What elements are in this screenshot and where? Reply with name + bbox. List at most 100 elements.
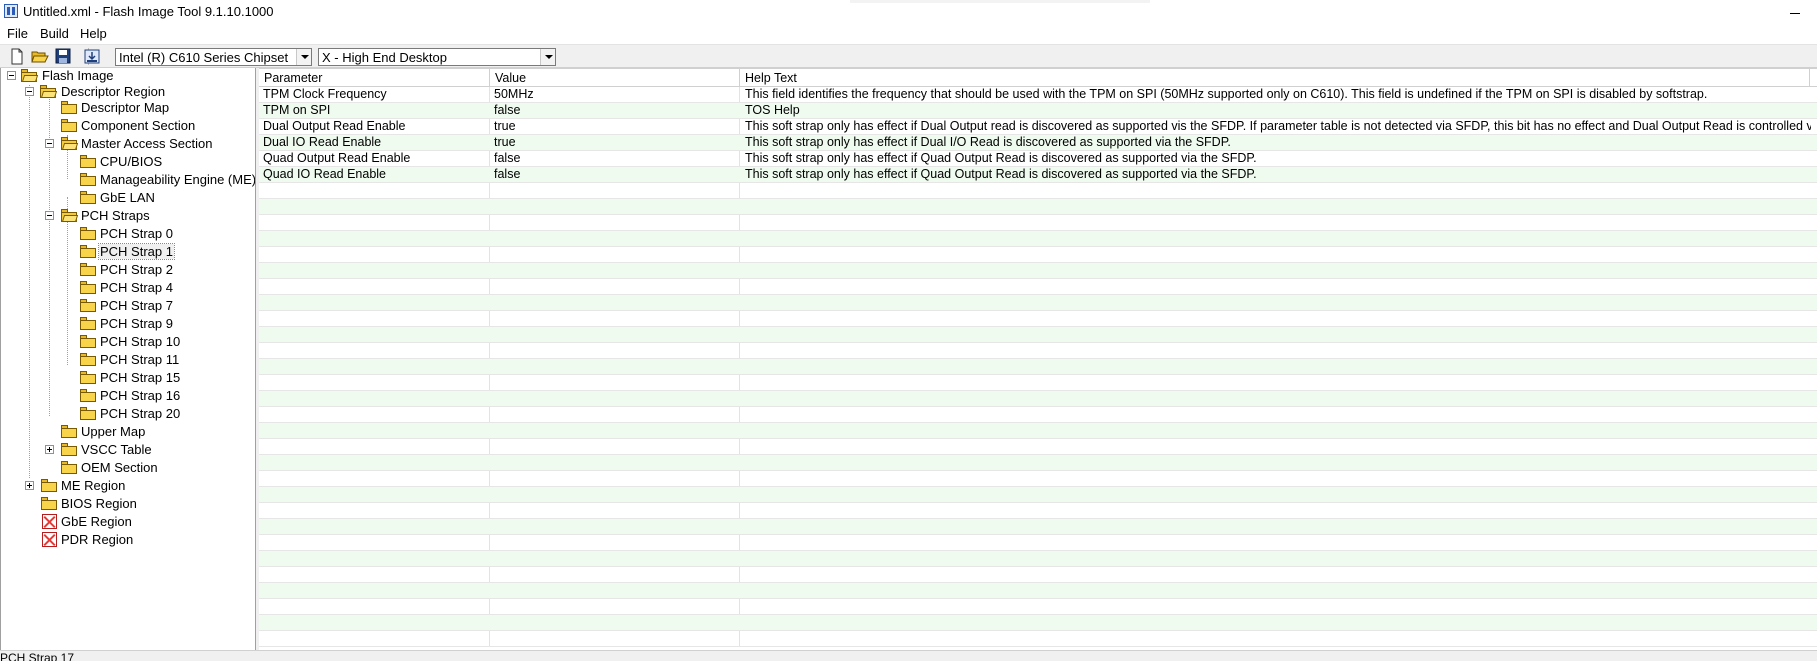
tree-node-pch-strap[interactable]: PCH Strap 20 [80, 405, 250, 423]
save-button[interactable] [54, 48, 72, 65]
tree-node-pch-strap[interactable]: PCH Strap 0 [80, 225, 250, 243]
help-text-cell: This soft strap only has effect if Dual … [745, 135, 1231, 149]
table-row[interactable]: TPM on SPI false TOS Help [259, 103, 1817, 119]
menu-file[interactable]: File [7, 26, 28, 41]
parameter-grid[interactable]: Parameter Value Help Text TPM Clock Freq… [259, 68, 1817, 650]
table-row[interactable]: Dual Output Read Enable true This soft s… [259, 119, 1817, 135]
tree-node-pch-strap[interactable]: PCH Strap 16 [80, 387, 250, 405]
tree-node-label: PCH Strap 15 [100, 370, 181, 385]
table-row[interactable]: Dual IO Read Enable true This soft strap… [259, 135, 1817, 151]
tree-node-master-access-section[interactable]: Master Access Section [45, 135, 255, 153]
tree-node-pch-strap[interactable]: PCH Strap 2 [80, 261, 250, 279]
tree-node-label: PCH Strap 4 [100, 280, 173, 295]
tree-node-gbe-region[interactable]: GbE Region [41, 513, 251, 531]
value-cell[interactable]: true [494, 135, 736, 150]
tree-node-component-section[interactable]: Component Section [61, 117, 251, 135]
value-cell[interactable]: false [494, 151, 736, 166]
expand-icon[interactable] [45, 445, 54, 454]
collapse-icon[interactable] [45, 139, 54, 148]
collapse-icon[interactable] [25, 87, 34, 96]
chipset-select-value: Intel (R) C610 Series Chipset [119, 50, 289, 65]
menu-build[interactable]: Build [40, 26, 69, 41]
tree-node-label: Component Section [81, 118, 196, 133]
chevron-down-icon[interactable] [296, 49, 311, 65]
minimize-button[interactable] [1779, 3, 1809, 21]
column-header-parameter[interactable]: Parameter [259, 69, 490, 86]
tree-node-gbe-lan[interactable]: GbE LAN [80, 189, 250, 207]
tree-view[interactable]: Flash Image Descriptor Region Descriptor… [0, 68, 256, 650]
folder-icon [80, 245, 96, 258]
empty-row [259, 215, 1817, 231]
build-image-button[interactable] [83, 48, 101, 65]
tree-node-pch-strap[interactable]: PCH Strap 15 [80, 369, 250, 387]
empty-row [259, 295, 1817, 311]
tree-node-upper-map[interactable]: Upper Map [61, 423, 251, 441]
expand-icon[interactable] [25, 481, 34, 490]
tree-node-label: Manageability Engine (ME) [100, 172, 256, 187]
empty-row [259, 423, 1817, 439]
tree-node-label: Upper Map [81, 424, 146, 439]
table-row[interactable]: Quad Output Read Enable false This soft … [259, 151, 1817, 167]
tree-node-label: ME Region [61, 478, 126, 493]
tree-node-me-region[interactable]: ME Region [25, 477, 245, 495]
empty-row [259, 567, 1817, 583]
value-cell[interactable]: false [494, 167, 736, 182]
menu-help[interactable]: Help [80, 26, 107, 41]
collapse-icon[interactable] [7, 71, 16, 80]
empty-row [259, 231, 1817, 247]
table-row[interactable]: TPM Clock Frequency 50MHz This field ide… [259, 87, 1817, 103]
help-text-cell: This field identifies the frequency that… [745, 87, 1708, 101]
grid-header: Parameter Value Help Text [259, 68, 1817, 87]
value-cell[interactable]: true [494, 119, 736, 134]
tree-node-pch-strap[interactable]: PCH Strap 9 [80, 315, 250, 333]
empty-row [259, 327, 1817, 343]
tree-node-label: GbE Region [61, 514, 132, 529]
tree-node-bios-region[interactable]: BIOS Region [41, 495, 251, 513]
folder-icon [80, 299, 96, 312]
new-file-button[interactable] [8, 48, 26, 65]
tree-node-label: VSCC Table [81, 442, 152, 457]
value-cell[interactable]: false [494, 103, 736, 118]
tree-node-label: Descriptor Region [61, 84, 166, 99]
table-row[interactable]: Quad IO Read Enable false This soft stra… [259, 167, 1817, 183]
open-file-button[interactable] [31, 48, 49, 65]
tree-node-label: PCH Strap 7 [100, 298, 173, 313]
empty-row [259, 551, 1817, 567]
column-header-help-text[interactable]: Help Text [740, 69, 1810, 86]
parameter-cell: Dual Output Read Enable [263, 119, 406, 133]
value-cell[interactable]: 50MHz [494, 87, 736, 102]
folder-icon [80, 353, 96, 366]
sku-select[interactable]: X - High End Desktop [318, 48, 556, 66]
tree-node-pch-strap[interactable]: PCH Strap 4 [80, 279, 250, 297]
tree-node-pch-strap[interactable]: PCH Strap 11 [80, 351, 250, 369]
folder-icon [61, 119, 77, 132]
empty-row [259, 439, 1817, 455]
folder-icon [80, 281, 96, 294]
status-bar: PCH Strap 17 [0, 650, 1817, 661]
empty-row [259, 487, 1817, 503]
tree-node-pch-straps[interactable]: PCH Straps [45, 207, 255, 225]
tree-node-label: PCH Strap 16 [100, 388, 181, 403]
folder-icon [61, 461, 77, 474]
tree-node-descriptor-map[interactable]: Descriptor Map [61, 99, 251, 117]
empty-row [259, 391, 1817, 407]
collapse-icon[interactable] [45, 211, 54, 220]
tree-node-pch-strap[interactable]: PCH Strap 7 [80, 297, 250, 315]
disabled-region-icon [42, 514, 57, 529]
empty-row [259, 183, 1817, 199]
toolbar: Intel (R) C610 Series Chipset X - High E… [0, 44, 1817, 68]
folder-icon [80, 317, 96, 330]
chevron-down-icon[interactable] [540, 49, 555, 65]
tree-node-oem-section[interactable]: OEM Section [61, 459, 251, 477]
tree-node-manageability-engine[interactable]: Manageability Engine (ME) [80, 171, 255, 189]
empty-row [259, 279, 1817, 295]
tree-node-vscc-table[interactable]: VSCC Table [45, 441, 255, 459]
tree-node-pdr-region[interactable]: PDR Region [41, 531, 251, 549]
sku-select-value: X - High End Desktop [322, 50, 448, 65]
tree-node-cpu-bios[interactable]: CPU/BIOS [80, 153, 250, 171]
column-header-value[interactable]: Value [490, 69, 740, 86]
folder-open-icon [40, 85, 58, 98]
tree-node-pch-strap[interactable]: PCH Strap 1 [80, 243, 250, 261]
chipset-select[interactable]: Intel (R) C610 Series Chipset [115, 48, 312, 66]
tree-node-pch-strap[interactable]: PCH Strap 10 [80, 333, 250, 351]
